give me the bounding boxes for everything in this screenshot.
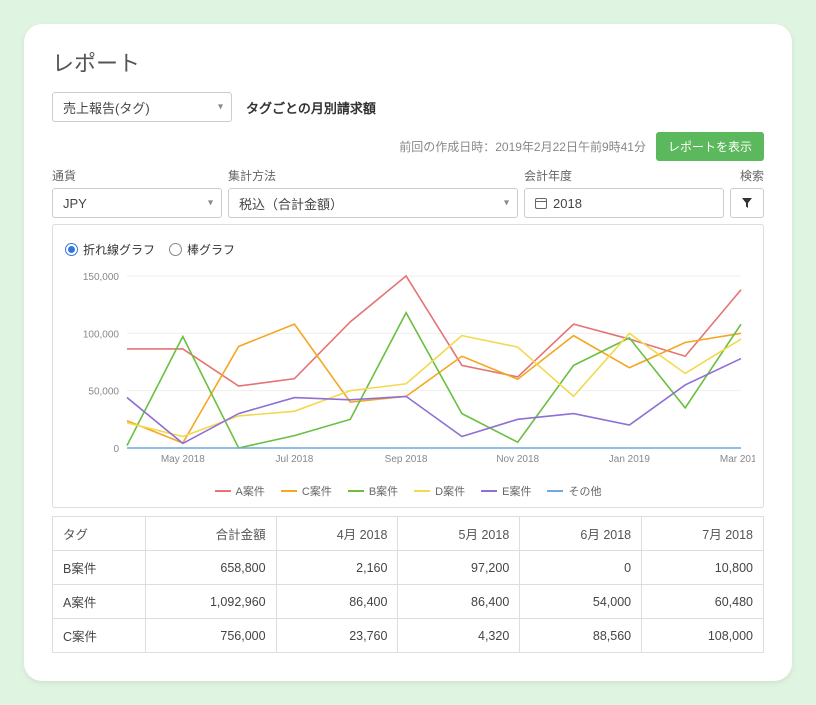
- filter-button[interactable]: [730, 188, 764, 218]
- currency-label: 通貨: [52, 167, 222, 184]
- svg-text:0: 0: [113, 444, 119, 455]
- table-cell: 0: [520, 551, 642, 585]
- search-label: 検索: [740, 167, 764, 184]
- table-cell: B案件: [53, 551, 146, 585]
- fiscal-year-col: 会計年度 2018: [524, 167, 724, 218]
- chart-legend: A案件 C案件 B案件 D案件 E案件 その他: [61, 483, 755, 499]
- report-card: レポート 売上報告(タグ) ▾ タグごとの月別請求額 前回の作成日時：2019年…: [24, 24, 792, 681]
- svg-text:Sep 2018: Sep 2018: [385, 454, 428, 465]
- report-type-select[interactable]: 売上報告(タグ) ▾: [52, 92, 232, 122]
- table-cell: 60,480: [642, 585, 764, 619]
- report-subtitle: タグごとの月別請求額: [246, 98, 376, 117]
- currency-value: JPY: [63, 196, 87, 211]
- aggregation-value: 税込（合計金額）: [239, 194, 343, 213]
- table-header-cell: 合計金額: [146, 517, 276, 551]
- table-body: B案件658,8002,16097,200010,800A案件1,092,960…: [53, 551, 764, 653]
- svg-text:100,000: 100,000: [83, 329, 120, 340]
- chart-box: 折れ線グラフ 棒グラフ 0 50,000 100,000 150,000 May 201…: [52, 224, 764, 508]
- aggregation-label: 集計方法: [228, 167, 518, 184]
- chart-type-radios: 折れ線グラフ 棒グラフ: [61, 233, 755, 266]
- report-type-value: 売上報告(タグ): [63, 98, 150, 117]
- fiscal-year-label: 会計年度: [524, 167, 724, 184]
- legend-label: C案件: [302, 483, 332, 499]
- legend-swatch-icon: [547, 490, 563, 492]
- legend-swatch-icon: [281, 490, 297, 492]
- chevron-down-icon: ▾: [218, 102, 223, 113]
- svg-text:Jan 2019: Jan 2019: [609, 454, 651, 465]
- legend-swatch-icon: [215, 490, 231, 492]
- line-chart-radio[interactable]: 折れ線グラフ: [65, 241, 155, 258]
- table-cell: 108,000: [642, 619, 764, 653]
- legend-item[interactable]: A案件: [215, 483, 265, 499]
- svg-text:May 2018: May 2018: [161, 454, 205, 465]
- bar-chart-radio[interactable]: 棒グラフ: [169, 241, 235, 258]
- line-chart: 0 50,000 100,000 150,000 May 2018 Jul 2018 Sep…: [61, 266, 755, 476]
- lastgen-text: 前回の作成日時：2019年2月22日午前9時41分: [399, 138, 646, 155]
- funnel-icon: [741, 197, 753, 209]
- svg-text:Jul 2018: Jul 2018: [276, 454, 314, 465]
- table-header-cell: 6月 2018: [520, 517, 642, 551]
- table-cell: 88,560: [520, 619, 642, 653]
- legend-item[interactable]: C案件: [281, 483, 332, 499]
- legend-label: B案件: [369, 483, 398, 499]
- legend-item[interactable]: D案件: [414, 483, 465, 499]
- aggregation-col: 集計方法 税込（合計金額） ▾: [228, 167, 518, 218]
- table-header-cell: 5月 2018: [398, 517, 520, 551]
- legend-label: その他: [568, 483, 601, 499]
- chevron-down-icon: ▾: [208, 198, 213, 209]
- table-cell: 23,760: [276, 619, 398, 653]
- chevron-down-icon: ▾: [504, 198, 509, 209]
- svg-text:Nov 2018: Nov 2018: [496, 454, 539, 465]
- currency-select[interactable]: JPY ▾: [52, 188, 222, 218]
- legend-item[interactable]: B案件: [348, 483, 398, 499]
- data-table: タグ合計金額4月 20185月 20186月 20187月 2018 B案件65…: [52, 516, 764, 653]
- filter-row: 通貨 JPY ▾ 集計方法 税込（合計金額） ▾ 会計年度 2018 検索: [52, 167, 764, 218]
- fiscal-year-select[interactable]: 2018: [524, 188, 724, 218]
- radio-dot-icon: [169, 243, 182, 256]
- lastgen-row: 前回の作成日時：2019年2月22日午前9時41分 レポートを表示: [52, 132, 764, 161]
- table-cell: 2,160: [276, 551, 398, 585]
- legend-swatch-icon: [348, 490, 364, 492]
- legend-item[interactable]: その他: [547, 483, 601, 499]
- table-cell: 658,800: [146, 551, 276, 585]
- table-cell: 86,400: [276, 585, 398, 619]
- aggregation-select[interactable]: 税込（合計金額） ▾: [228, 188, 518, 218]
- svg-text:50,000: 50,000: [88, 387, 119, 398]
- calendar-icon: [535, 198, 547, 209]
- table-cell: 756,000: [146, 619, 276, 653]
- page-title: レポート: [52, 46, 764, 78]
- table-header-cell: タグ: [53, 517, 146, 551]
- bar-chart-label: 棒グラフ: [187, 241, 235, 258]
- radio-dot-icon: [65, 243, 78, 256]
- table-row: C案件756,00023,7604,32088,560108,000: [53, 619, 764, 653]
- table-cell: C案件: [53, 619, 146, 653]
- fiscal-year-value: 2018: [553, 196, 582, 211]
- table-header-row: タグ合計金額4月 20185月 20186月 20187月 2018: [53, 517, 764, 551]
- table-cell: 1,092,960: [146, 585, 276, 619]
- legend-swatch-icon: [481, 490, 497, 492]
- svg-text:150,000: 150,000: [83, 272, 120, 283]
- legend-item[interactable]: E案件: [481, 483, 531, 499]
- legend-label: E案件: [502, 483, 531, 499]
- table-cell: A案件: [53, 585, 146, 619]
- svg-text:Mar 2019: Mar 2019: [720, 454, 755, 465]
- table-cell: 10,800: [642, 551, 764, 585]
- show-report-button[interactable]: レポートを表示: [656, 132, 764, 161]
- table-cell: 86,400: [398, 585, 520, 619]
- table-cell: 4,320: [398, 619, 520, 653]
- table-row: B案件658,8002,16097,200010,800: [53, 551, 764, 585]
- table-row: A案件1,092,96086,40086,40054,00060,480: [53, 585, 764, 619]
- currency-col: 通貨 JPY ▾: [52, 167, 222, 218]
- legend-swatch-icon: [414, 490, 430, 492]
- report-type-row: 売上報告(タグ) ▾ タグごとの月別請求額: [52, 92, 764, 122]
- line-chart-label: 折れ線グラフ: [83, 241, 155, 258]
- legend-label: D案件: [435, 483, 465, 499]
- table-header-cell: 7月 2018: [642, 517, 764, 551]
- legend-label: A案件: [236, 483, 265, 499]
- table-cell: 97,200: [398, 551, 520, 585]
- table-cell: 54,000: [520, 585, 642, 619]
- search-col: 検索: [730, 167, 764, 218]
- table-header-cell: 4月 2018: [276, 517, 398, 551]
